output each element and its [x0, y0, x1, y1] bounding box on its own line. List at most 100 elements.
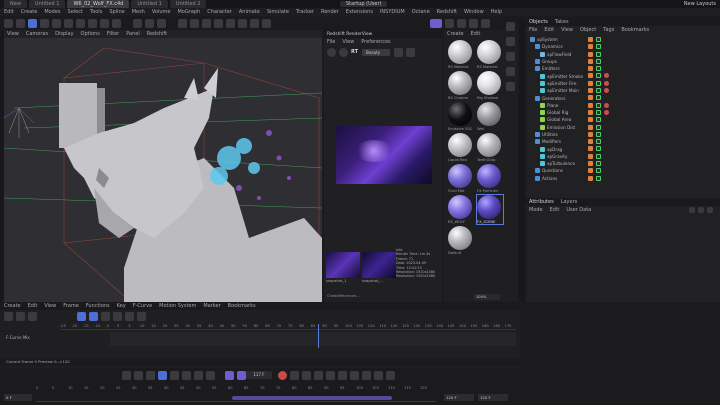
material-swatch[interactable]: RS Chrome	[448, 71, 474, 100]
object-row[interactable]: Global Rig	[530, 109, 720, 116]
layer-tag-icon[interactable]	[588, 66, 593, 72]
workplane-icon[interactable]	[457, 18, 466, 28]
menu-item[interactable]: Redshift	[437, 9, 457, 15]
menu-item[interactable]: Extensions	[346, 9, 373, 15]
layer-tag-icon[interactable]	[588, 175, 593, 181]
key-icon[interactable]	[302, 371, 311, 380]
doc-tab[interactable]: New	[4, 0, 27, 8]
enable-check-icon[interactable]	[596, 146, 601, 152]
rv-menu-item[interactable]: Preferences	[361, 39, 390, 45]
material-swatch[interactable]: Fluid Mat	[448, 164, 474, 193]
key-icon[interactable]	[386, 371, 395, 380]
enable-check-icon[interactable]	[596, 161, 601, 167]
enable-check-icon[interactable]	[596, 95, 601, 101]
record-icon[interactable]	[278, 371, 287, 380]
timeline-tool-icon[interactable]	[16, 311, 25, 321]
timeline-menu-item[interactable]: Functions	[86, 303, 110, 309]
enable-check-icon[interactable]	[596, 139, 601, 145]
rt-toggle[interactable]: RT	[351, 49, 358, 55]
menu-item[interactable]: Tools	[90, 9, 102, 15]
loop-icon[interactable]	[206, 371, 215, 380]
viewport-menu-item[interactable]: View	[7, 31, 19, 37]
object-row[interactable]: Global Area	[530, 116, 720, 123]
viewport-menu-item[interactable]: Redshift	[147, 31, 167, 37]
nav-up-icon[interactable]	[698, 207, 704, 213]
object-row[interactable]: Generators	[530, 94, 720, 101]
enable-check-icon[interactable]	[596, 117, 601, 123]
autokey-icon[interactable]	[237, 371, 246, 380]
layout-switcher[interactable]: New Layouts	[684, 1, 716, 7]
object-row[interactable]: Utilities	[530, 131, 720, 138]
select-tool-icon[interactable]	[64, 18, 73, 28]
aov-select[interactable]: Beauty	[362, 48, 391, 56]
layer-tag-icon[interactable]	[588, 58, 593, 64]
undo-icon[interactable]	[4, 18, 13, 28]
layer-tag-icon[interactable]	[588, 146, 593, 152]
timeline-tool-icon[interactable]	[137, 311, 146, 321]
object-menu-item[interactable]: Tags	[603, 27, 614, 33]
material-tag-icon[interactable]	[604, 102, 609, 108]
redo-icon[interactable]	[16, 18, 25, 28]
layer-tag-icon[interactable]	[588, 139, 593, 145]
prev-key-icon[interactable]	[134, 371, 143, 380]
enable-check-icon[interactable]	[596, 73, 601, 79]
range-slider[interactable]	[232, 396, 392, 400]
object-row[interactable]: xpFlowField	[530, 51, 720, 58]
tab-layers[interactable]: Layers	[561, 199, 578, 205]
go-to-start-icon[interactable]	[122, 371, 131, 380]
object-row[interactable]: Actions	[530, 175, 720, 182]
y-axis-icon[interactable]	[88, 18, 97, 28]
nav-back-icon[interactable]	[689, 207, 695, 213]
material-menu-item[interactable]: Create	[447, 31, 464, 37]
menu-item[interactable]: Volume	[152, 9, 171, 15]
render-icon[interactable]	[339, 47, 348, 57]
search-icon[interactable]	[707, 207, 713, 213]
enable-check-icon[interactable]	[596, 168, 601, 174]
attributes-menu-item[interactable]: Edit	[550, 207, 560, 213]
timeline-menu-item[interactable]: Create	[4, 303, 21, 309]
move-tool-icon[interactable]	[28, 18, 37, 28]
tab-objects[interactable]: Objects	[529, 19, 548, 25]
menu-item[interactable]: Mesh	[132, 9, 145, 15]
timeline-menu-item[interactable]: Key	[117, 303, 126, 309]
enable-check-icon[interactable]	[596, 175, 601, 181]
object-row[interactable]: xpEmitter Main	[530, 87, 720, 94]
render-settings-icon[interactable]	[157, 18, 166, 28]
rv-menu-item[interactable]: File	[327, 39, 335, 45]
cloner-icon[interactable]	[214, 18, 223, 28]
menu-item[interactable]: Render	[321, 9, 339, 15]
x-axis-icon[interactable]	[76, 18, 85, 28]
viewport-scene[interactable]	[4, 38, 322, 302]
enable-check-icon[interactable]	[596, 80, 601, 86]
material-swatch[interactable]: FX Particles	[477, 164, 503, 193]
viewport-menu-item[interactable]: Filter	[107, 31, 119, 37]
scale-tool-icon[interactable]	[40, 18, 49, 28]
material-swatch[interactable]: RS Material	[448, 40, 474, 69]
viewport-menu-item[interactable]: Options	[81, 31, 100, 37]
material-tag-icon[interactable]	[604, 73, 609, 79]
enable-check-icon[interactable]	[596, 88, 601, 94]
menu-item[interactable]: Animate	[239, 9, 260, 15]
key-icon[interactable]	[374, 371, 383, 380]
menu-item[interactable]: Help	[491, 9, 502, 15]
layer-tag-icon[interactable]	[588, 88, 593, 94]
key-mode-icon[interactable]	[77, 311, 86, 321]
palette-icon[interactable]	[506, 82, 515, 91]
end-field-2[interactable]: 120 F	[478, 394, 508, 401]
object-menu-item[interactable]: Object	[580, 27, 596, 33]
attributes-menu-item[interactable]: Mode	[529, 207, 543, 213]
material-tag-icon[interactable]	[604, 88, 609, 94]
palette-icon[interactable]	[506, 22, 515, 31]
material-swatch[interactable]: Liquid Red	[448, 133, 474, 162]
stop-icon[interactable]	[327, 47, 336, 57]
layer-tag-icon[interactable]	[588, 153, 593, 159]
object-row[interactable]: xpSystem	[530, 36, 720, 43]
material-swatch[interactable]: RS_WOLF	[448, 195, 474, 224]
layer-tag-icon[interactable]	[588, 37, 593, 42]
layer-tag-icon[interactable]	[588, 117, 593, 123]
tab-attributes[interactable]: Attributes	[529, 199, 554, 205]
viewport-menu-item[interactable]: Panel	[126, 31, 140, 37]
menu-item[interactable]: Modes	[44, 9, 60, 15]
grid-icon[interactable]	[481, 18, 490, 28]
next-frame-icon[interactable]	[170, 371, 179, 380]
